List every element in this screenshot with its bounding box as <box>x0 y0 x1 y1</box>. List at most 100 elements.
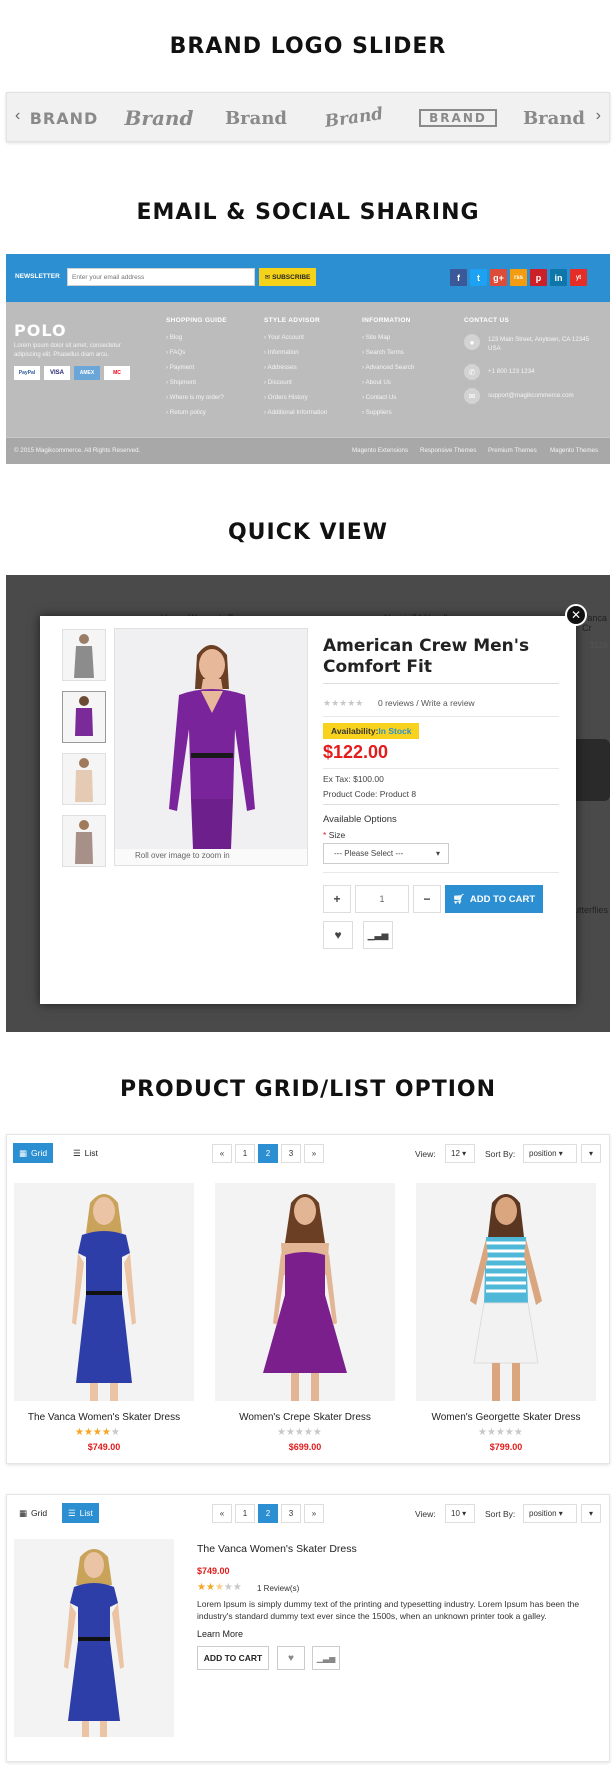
learn-more-link[interactable]: Learn More <box>197 1629 243 1639</box>
product-main-image[interactable]: Roll over image to zoom in <box>114 628 308 866</box>
ex-tax-row: Ex Tax: $100.00 <box>323 774 384 784</box>
quickview-section-title: QUICK VIEW <box>227 520 389 545</box>
footer-link[interactable]: › Additional Information <box>264 409 327 416</box>
footer-link[interactable]: › Shipment <box>166 379 196 386</box>
wishlist-heart-icon[interactable]: ♥ <box>323 921 353 949</box>
product-image[interactable] <box>215 1183 395 1401</box>
rating-stars: ★★★★★ <box>277 1427 322 1438</box>
pinterest-icon[interactable]: p <box>530 269 547 286</box>
footer-bottom-link[interactable]: Magento Themes <box>550 447 598 454</box>
product-image[interactable] <box>416 1183 596 1401</box>
add-to-cart-button[interactable]: 🛒︎ ADD TO CART <box>445 885 543 913</box>
copyright: © 2015 Magikcommerce. All Rights Reserve… <box>14 447 141 454</box>
qty-increase-button[interactable]: + <box>323 885 351 913</box>
pagination-page[interactable]: 1 <box>235 1144 255 1163</box>
reviews-link[interactable]: 0 reviews <box>378 698 414 708</box>
thumbnail-1[interactable] <box>62 629 106 681</box>
qty-input[interactable]: 1 <box>355 885 409 913</box>
rating-stars: ★★★★★ <box>323 698 364 708</box>
brand-logo-3[interactable]: Brand <box>219 103 293 133</box>
footer-link[interactable]: › Discount <box>264 379 292 386</box>
twitter-icon[interactable]: t <box>470 269 487 286</box>
sort-direction-button[interactable]: ▾ <box>581 1504 601 1523</box>
rss-icon[interactable]: rss <box>510 269 527 286</box>
linkedin-icon[interactable]: in <box>550 269 567 286</box>
footer-link[interactable]: › FAQs <box>166 349 185 356</box>
newsletter-email-input[interactable] <box>67 268 255 286</box>
facebook-icon[interactable]: f <box>450 269 467 286</box>
size-select[interactable]: --- Please Select --- ▾ <box>323 843 449 864</box>
thumbnail-4[interactable] <box>62 815 106 867</box>
pagination-page-active[interactable]: 2 <box>258 1144 278 1163</box>
footer-link[interactable]: › Suppliers <box>362 409 392 416</box>
footer-col-title: SHOPPING GUIDE <box>166 317 227 324</box>
subscribe-label: SUBSCRIBE <box>272 273 311 281</box>
grid-view-button[interactable]: ▦ Grid <box>13 1503 53 1523</box>
size-label: * Size <box>323 830 346 840</box>
thumbnail-2[interactable] <box>62 691 106 743</box>
divider <box>323 683 559 684</box>
brand-logo-1[interactable]: BRAND <box>27 103 101 133</box>
qty-decrease-button[interactable]: − <box>413 885 441 913</box>
product-grid-panel: ▦ Grid ☰ List « 1 2 3 » View: 12 ▾ Sort By… <box>6 1134 610 1464</box>
footer-link[interactable]: › Blog <box>166 334 182 341</box>
google-plus-icon[interactable]: g+ <box>490 269 507 286</box>
footer-bottom-link[interactable]: Premium Themes <box>488 447 537 454</box>
footer-link[interactable]: › Contact Us <box>362 394 396 401</box>
brand-logo-2[interactable]: Brand <box>122 103 196 133</box>
youtube-icon[interactable]: yt <box>570 269 587 286</box>
pagination-prev[interactable]: « <box>212 1504 232 1523</box>
brand-logo-6[interactable]: Brand <box>517 103 591 133</box>
pagination-page[interactable]: 3 <box>281 1504 301 1523</box>
footer-link[interactable]: › Addresses <box>264 364 297 371</box>
close-icon[interactable]: ✕ <box>565 604 587 626</box>
footer-link[interactable]: › Payment <box>166 364 194 371</box>
add-to-cart-button[interactable]: ADD TO CART <box>197 1646 269 1670</box>
chevron-right-icon[interactable]: › <box>596 107 601 125</box>
footer-bottom-link[interactable]: Responsive Themes <box>420 447 476 454</box>
product-image[interactable] <box>14 1183 194 1401</box>
footer-link[interactable]: › Orders History <box>264 394 308 401</box>
footer-bottom-link[interactable]: Magento Extensions <box>352 447 408 454</box>
product-name[interactable]: Women's Georgette Skater Dress <box>416 1412 596 1423</box>
wishlist-heart-icon[interactable]: ♥ <box>277 1646 305 1670</box>
view-count-select[interactable]: 12 ▾ <box>445 1144 475 1163</box>
chevron-left-icon[interactable]: ‹ <box>15 107 20 125</box>
footer-link[interactable]: › Search Terms <box>362 349 404 356</box>
divider <box>323 872 559 873</box>
footer-link[interactable]: › Your Account <box>264 334 304 341</box>
compare-icon[interactable]: ▁▃▅ <box>312 1646 340 1670</box>
product-name[interactable]: The Vanca Women's Skater Dress <box>197 1543 357 1555</box>
product-image[interactable] <box>14 1539 174 1737</box>
brand-logo-4[interactable]: Brand <box>315 98 392 138</box>
pagination-next[interactable]: » <box>304 1504 324 1523</box>
footer-email[interactable]: support@magikcommerce.com <box>488 392 574 399</box>
grid-view-button[interactable]: ▦ Grid <box>13 1143 54 1163</box>
footer-link[interactable]: › Return policy <box>166 409 206 416</box>
subscribe-button[interactable]: ✉ SUBSCRIBE <box>259 268 316 286</box>
pagination-prev[interactable]: « <box>212 1144 232 1163</box>
thumbnail-3[interactable] <box>62 753 106 805</box>
write-review-link[interactable]: Write a review <box>421 698 475 708</box>
pagination-next[interactable]: » <box>304 1144 324 1163</box>
sort-select[interactable]: position ▾ <box>523 1144 577 1163</box>
compare-icon[interactable]: ▁▃▅ <box>363 921 393 949</box>
pagination-page-active[interactable]: 2 <box>258 1504 278 1523</box>
footer-link[interactable]: › Advanced Search <box>362 364 414 371</box>
product-name[interactable]: The Vanca Women's Skater Dress <box>14 1412 194 1423</box>
footer-bottom-bar: © 2015 Magikcommerce. All Rights Reserve… <box>6 437 610 464</box>
brand-logo-5[interactable]: BRAND <box>419 109 497 127</box>
pagination-page[interactable]: 3 <box>281 1144 301 1163</box>
list-view-button[interactable]: ☰ List <box>62 1503 99 1523</box>
footer-link[interactable]: › Site Map <box>362 334 390 341</box>
footer-link[interactable]: › Information <box>264 349 299 356</box>
sort-direction-button[interactable]: ▾ <box>581 1144 601 1163</box>
footer-link[interactable]: › About Us <box>362 379 391 386</box>
product-name[interactable]: Women's Crepe Skater Dress <box>215 1412 395 1423</box>
pagination-page[interactable]: 1 <box>235 1504 255 1523</box>
list-view-button[interactable]: ☰ List <box>67 1143 104 1163</box>
footer-link[interactable]: › Where is my order? <box>166 394 224 401</box>
review-count[interactable]: 1 Review(s) <box>257 1584 299 1593</box>
sort-select[interactable]: position ▾ <box>523 1504 577 1523</box>
view-count-select[interactable]: 10 ▾ <box>445 1504 475 1523</box>
